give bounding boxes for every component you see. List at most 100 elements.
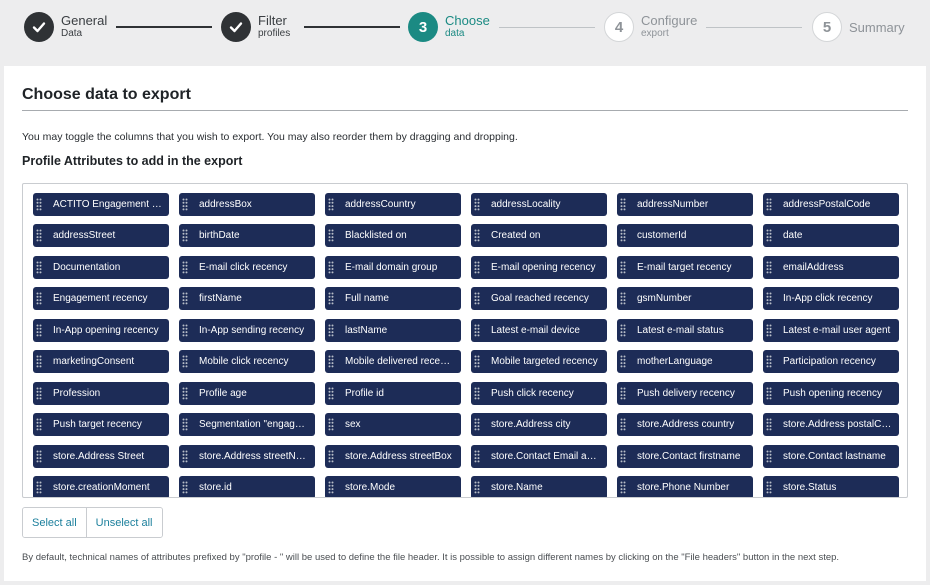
drag-handle-icon[interactable] [33,193,45,216]
attribute-chip[interactable]: store.Address country [617,413,753,437]
attribute-chip[interactable]: E-mail domain group [325,255,461,279]
attribute-chip[interactable]: store.Address postalCode [763,413,899,437]
drag-handle-icon[interactable] [471,382,483,405]
attribute-chip[interactable]: addressStreet [33,224,169,248]
drag-handle-icon[interactable] [763,445,775,468]
drag-handle-icon[interactable] [763,350,775,373]
attribute-chip[interactable]: Latest e-mail user agent [763,318,899,342]
drag-handle-icon[interactable] [763,382,775,405]
attribute-chip[interactable]: Push target recency [33,413,169,437]
attribute-chip[interactable]: store.id [179,476,315,497]
drag-handle-icon[interactable] [33,287,45,310]
drag-handle-icon[interactable] [617,350,629,373]
attribute-chip[interactable]: birthDate [179,224,315,248]
drag-handle-icon[interactable] [471,350,483,373]
attribute-chip[interactable]: Mobile targeted recency [471,350,607,374]
drag-handle-icon[interactable] [33,224,45,247]
drag-handle-icon[interactable] [33,445,45,468]
drag-handle-icon[interactable] [33,256,45,279]
attribute-chip[interactable]: E-mail opening recency [471,255,607,279]
drag-handle-icon[interactable] [471,476,483,497]
drag-handle-icon[interactable] [325,193,337,216]
drag-handle-icon[interactable] [33,319,45,342]
attribute-chip[interactable]: sex [325,413,461,437]
drag-handle-icon[interactable] [471,445,483,468]
select-all-button[interactable]: Select all [23,508,86,537]
drag-handle-icon[interactable] [33,413,45,436]
attribute-chip[interactable]: Created on [471,224,607,248]
drag-handle-icon[interactable] [179,287,191,310]
drag-handle-icon[interactable] [617,382,629,405]
drag-handle-icon[interactable] [471,413,483,436]
drag-handle-icon[interactable] [617,193,629,216]
attribute-chip[interactable]: customerId [617,224,753,248]
attribute-chip[interactable]: Profile age [179,381,315,405]
drag-handle-icon[interactable] [471,224,483,247]
attribute-chip[interactable]: store.Address streetNumber [179,444,315,468]
unselect-all-button[interactable]: Unselect all [85,508,162,537]
drag-handle-icon[interactable] [33,382,45,405]
attribute-chip[interactable]: store.Phone Number [617,476,753,497]
drag-handle-icon[interactable] [33,476,45,497]
attribute-chip[interactable]: lastName [325,318,461,342]
attribute-chip[interactable]: addressPostalCode [763,193,899,216]
attribute-chip[interactable]: E-mail click recency [179,255,315,279]
attribute-chip[interactable]: addressLocality [471,193,607,216]
attribute-chip[interactable]: ACTITO Engagement recency [33,193,169,216]
drag-handle-icon[interactable] [763,287,775,310]
attribute-chip[interactable]: addressCountry [325,193,461,216]
attribute-chip[interactable]: Latest e-mail device [471,318,607,342]
drag-handle-icon[interactable] [617,224,629,247]
attribute-list[interactable]: ACTITO Engagement recency addressBox addre… [22,183,908,498]
drag-handle-icon[interactable] [179,256,191,279]
attribute-chip[interactable]: store.Address streetBox [325,444,461,468]
attribute-chip[interactable]: Push click recency [471,381,607,405]
attribute-chip[interactable]: Goal reached recency [471,287,607,311]
attribute-chip[interactable]: Push delivery recency [617,381,753,405]
attribute-chip[interactable]: store.creationMoment [33,476,169,497]
drag-handle-icon[interactable] [179,193,191,216]
attribute-chip[interactable]: Blacklisted on [325,224,461,248]
attribute-chip[interactable]: date [763,224,899,248]
drag-handle-icon[interactable] [617,256,629,279]
drag-handle-icon[interactable] [325,287,337,310]
attribute-chip[interactable]: store.Address Street [33,444,169,468]
drag-handle-icon[interactable] [179,224,191,247]
attribute-chip[interactable]: Latest e-mail status [617,318,753,342]
attribute-chip[interactable]: Mobile click recency [179,350,315,374]
drag-handle-icon[interactable] [617,476,629,497]
drag-handle-icon[interactable] [471,193,483,216]
drag-handle-icon[interactable] [763,413,775,436]
attribute-chip[interactable]: store.Name [471,476,607,497]
drag-handle-icon[interactable] [33,350,45,373]
attribute-chip[interactable]: In-App click recency [763,287,899,311]
attribute-chip[interactable]: Profession [33,381,169,405]
attribute-chip[interactable]: store.Address city [471,413,607,437]
attribute-chip[interactable]: Participation recency [763,350,899,374]
attribute-chip[interactable]: Profile id [325,381,461,405]
drag-handle-icon[interactable] [617,319,629,342]
drag-handle-icon[interactable] [325,256,337,279]
attribute-chip[interactable]: addressBox [179,193,315,216]
attribute-chip[interactable]: Documentation [33,255,169,279]
drag-handle-icon[interactable] [325,382,337,405]
attribute-chip[interactable]: emailAddress [763,255,899,279]
drag-handle-icon[interactable] [325,319,337,342]
drag-handle-icon[interactable] [179,476,191,497]
step-filter-profiles[interactable]: Filter profiles [221,11,290,43]
attribute-chip[interactable]: addressNumber [617,193,753,216]
attribute-chip[interactable]: Push opening recency [763,381,899,405]
attribute-chip[interactable]: Full name [325,287,461,311]
step-general-data[interactable]: General Data [24,11,107,43]
drag-handle-icon[interactable] [179,413,191,436]
drag-handle-icon[interactable] [325,350,337,373]
attribute-chip[interactable]: store.Status [763,476,899,497]
attribute-chip[interactable]: Engagement recency [33,287,169,311]
drag-handle-icon[interactable] [179,350,191,373]
attribute-chip[interactable]: motherLanguage [617,350,753,374]
drag-handle-icon[interactable] [471,256,483,279]
attribute-chip[interactable]: store.Contact Email address [471,444,607,468]
attribute-chip[interactable]: gsmNumber [617,287,753,311]
attribute-chip[interactable]: Mobile delivered recency [325,350,461,374]
attribute-chip[interactable]: Segmentation "engagement" [179,413,315,437]
